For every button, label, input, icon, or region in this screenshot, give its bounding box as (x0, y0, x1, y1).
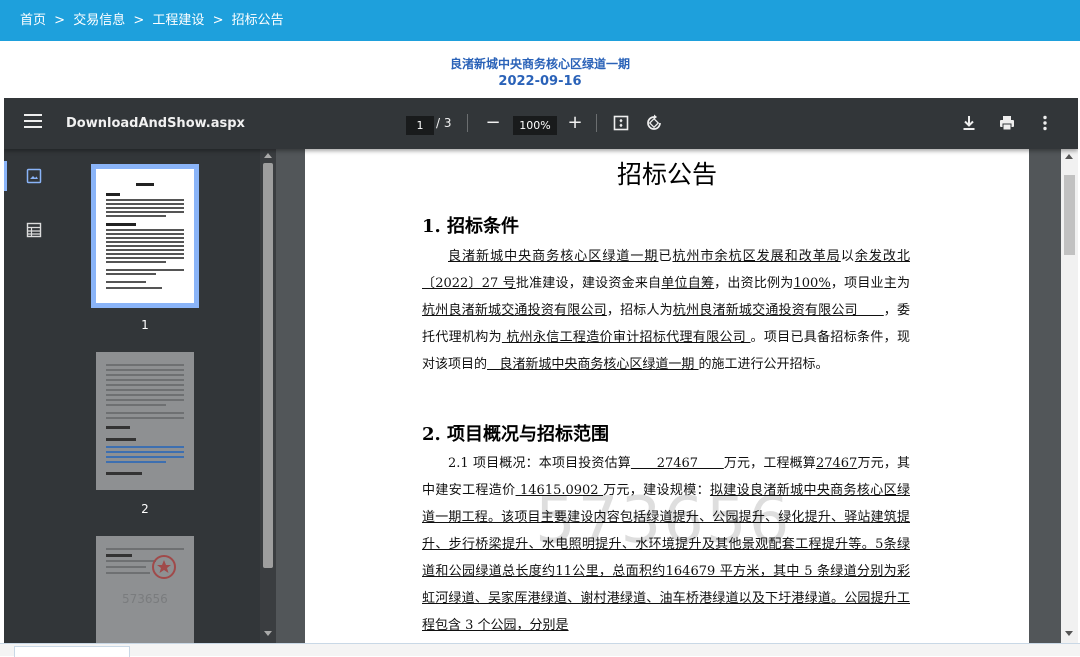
watermark: 573656 (535, 484, 792, 558)
document-page: 招标公告 1. 招标条件 良渚新城中央商务核心区绿道一期已杭州市余杭区发展和改革… (305, 149, 1029, 643)
bottom-tab[interactable] (14, 646, 130, 657)
toolbar-divider (467, 114, 468, 132)
breadcrumb-separator: > (133, 13, 145, 28)
document-title: 招标公告 (616, 160, 717, 189)
breadcrumb-separator: > (212, 13, 224, 28)
page-thumbnail-1[interactable] (91, 164, 199, 308)
thumbnail-sidebar: 1 2 573656 (4, 149, 276, 643)
page-thumbnail-3[interactable]: 573656 (96, 536, 194, 643)
section-heading: 1. 招标条件 (422, 216, 520, 237)
thumbnail-list: 1 2 573656 (64, 149, 260, 643)
thumbnail-number: 2 (141, 502, 149, 516)
total-pages: / 3 (436, 116, 452, 130)
page-thumbnail-2[interactable] (96, 352, 194, 490)
sidebar-scroll-thumb[interactable] (263, 163, 273, 568)
stamp-icon (152, 555, 176, 579)
zoom-input[interactable] (513, 116, 557, 135)
thumbnail-stamp-text: 573656 (122, 592, 168, 606)
bottom-bar (0, 643, 1080, 657)
rotate-icon[interactable] (645, 114, 663, 132)
breadcrumb-tender-notice[interactable]: 招标公告 (232, 13, 284, 28)
download-icon[interactable] (960, 114, 978, 132)
section-heading: 2. 项目概况与招标范围 (422, 424, 610, 445)
sidebar-scrollbar[interactable] (260, 149, 276, 643)
sidebar-icons (4, 149, 64, 643)
thumbnail-number: 1 (141, 318, 149, 332)
breadcrumb: 首页 > 交易信息 > 工程建设 > 招标公告 (0, 0, 1080, 41)
document-scroll-thumb[interactable] (1064, 175, 1075, 255)
tender-conditions-paragraph: 良渚新城中央商务核心区绿道一期已杭州市余杭区发展和改革局以余发改北〔2022〕2… (422, 249, 910, 372)
breadcrumb-trade-info[interactable]: 交易信息 (73, 13, 125, 28)
page-header: 良渚新城中央商务核心区绿道一期 2022-09-16 (0, 41, 1080, 98)
print-icon[interactable] (998, 114, 1016, 132)
breadcrumb-separator: > (54, 13, 66, 28)
publish-date: 2022-09-16 (498, 74, 582, 89)
more-options-icon[interactable] (1036, 114, 1054, 132)
zoom-in-button[interactable]: + (564, 110, 586, 136)
file-name: DownloadAndShow.aspx (66, 116, 245, 131)
page-number-input[interactable] (406, 116, 434, 135)
outline-icon[interactable] (26, 222, 42, 238)
document-scrollbar[interactable] (1061, 149, 1078, 643)
pdf-toolbar: DownloadAndShow.aspx / 3 − + (4, 98, 1078, 149)
zoom-out-button[interactable]: − (482, 110, 504, 136)
active-indicator (4, 161, 7, 191)
breadcrumb-construction[interactable]: 工程建设 (152, 13, 204, 28)
menu-icon[interactable] (24, 114, 42, 132)
pdf-viewer: DownloadAndShow.aspx / 3 − + (4, 98, 1078, 643)
toolbar-divider (596, 114, 597, 132)
fit-page-icon[interactable] (613, 115, 629, 131)
breadcrumb-home[interactable]: 首页 (20, 13, 46, 28)
project-title: 良渚新城中央商务核心区绿道一期 (449, 57, 630, 71)
thumbnails-icon[interactable] (26, 168, 42, 184)
